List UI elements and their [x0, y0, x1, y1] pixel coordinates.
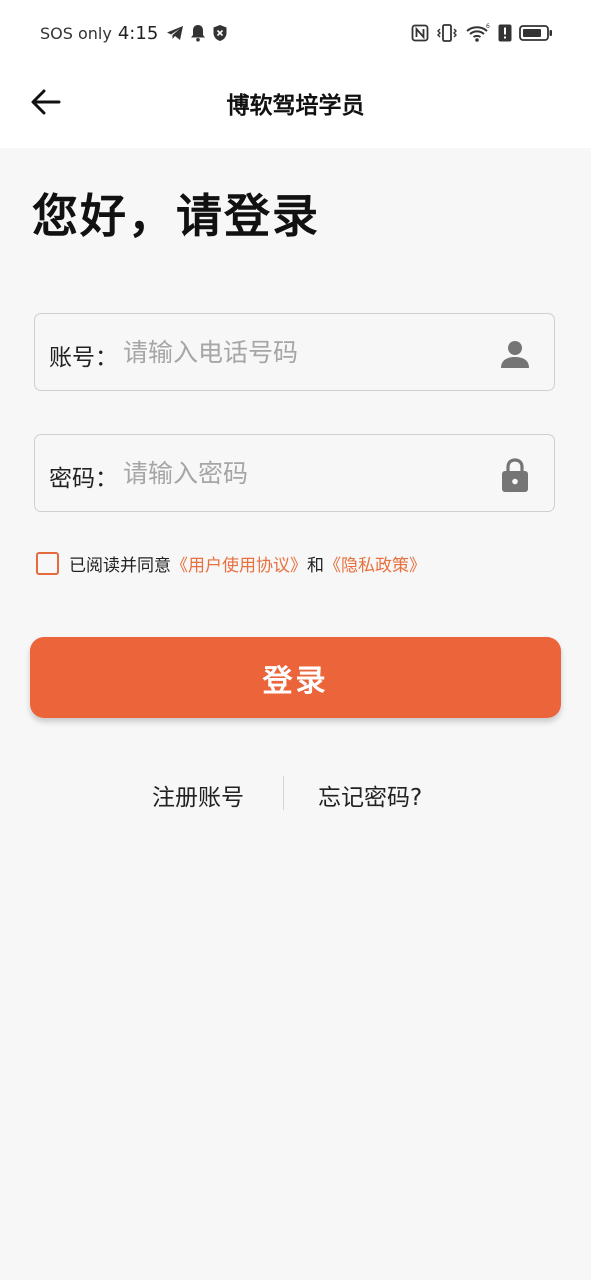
carrier-text: SOS only: [40, 23, 112, 43]
telegram-icon: [166, 25, 184, 41]
user-icon: [498, 336, 532, 372]
login-button[interactable]: 登录: [30, 637, 561, 718]
agreement-row: 已阅读并同意 《用户使用协议》 和 《隐私政策》: [36, 550, 426, 576]
greeting-heading: 您好，请登录: [32, 189, 320, 243]
header-area: SOS only 4:15 6 博软驾培学员: [0, 0, 591, 148]
register-link[interactable]: 注册账号: [152, 778, 244, 812]
account-field[interactable]: 账号：: [34, 313, 555, 391]
password-label: 密码：: [49, 466, 118, 492]
status-right: 6: [411, 20, 553, 46]
battery-icon: [519, 24, 553, 42]
password-input[interactable]: [123, 452, 483, 494]
bottom-links: 注册账号 忘记密码?: [0, 776, 591, 812]
shield-icon: [212, 24, 228, 42]
bell-icon: [190, 24, 206, 42]
status-bar: SOS only 4:15 6: [0, 0, 591, 66]
status-left: SOS only 4:15: [40, 20, 228, 46]
agreement-and: 和: [307, 555, 324, 576]
link-divider: [283, 776, 284, 810]
wifi-badge: 6: [486, 23, 490, 30]
password-field[interactable]: 密码：: [34, 434, 555, 512]
vibrate-icon: [436, 23, 458, 43]
nfc-icon: [411, 24, 429, 42]
alert-icon: [498, 24, 512, 42]
page-title: 博软驾培学员: [226, 93, 365, 119]
account-input[interactable]: [123, 331, 483, 373]
agreement-checkbox[interactable]: [36, 551, 59, 575]
agreement-prefix: 已阅读并同意: [69, 555, 171, 576]
clock: 4:15: [117, 22, 159, 44]
forgot-password-link[interactable]: 忘记密码?: [318, 778, 422, 812]
lock-icon: [498, 457, 532, 493]
wifi-icon: 6: [465, 23, 491, 43]
account-label: 账号：: [49, 345, 118, 371]
nav-bar: 博软驾培学员: [0, 66, 591, 138]
privacy-policy-link[interactable]: 《隐私政策》: [324, 551, 426, 576]
user-agreement-link[interactable]: 《用户使用协议》: [171, 551, 307, 576]
